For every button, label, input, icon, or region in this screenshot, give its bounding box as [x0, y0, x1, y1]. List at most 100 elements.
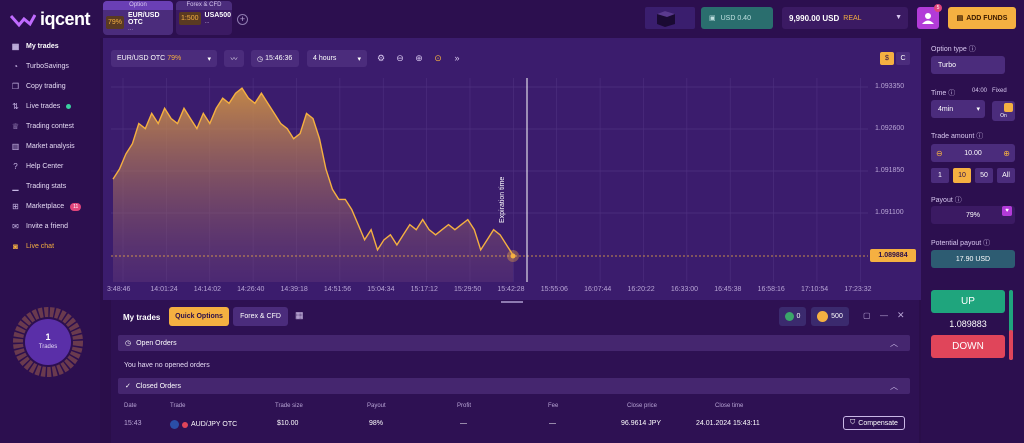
- stat-green[interactable]: 0: [779, 307, 806, 326]
- add-funds-button[interactable]: ▤ ADD FUNDS: [948, 7, 1016, 29]
- payout-box: 79% ♥: [931, 206, 1015, 224]
- flag-au-icon: [170, 420, 179, 429]
- sidebar-item-label: Live chat: [26, 243, 55, 250]
- trade-amount-value: 10.00: [964, 149, 982, 157]
- potential-payout-value: 17.90 USD: [931, 250, 1015, 268]
- amount-10-button[interactable]: 10: [953, 168, 971, 183]
- sidebar-item-trading-contest[interactable]: ♕ Trading contest: [11, 122, 74, 131]
- asset-tab-1[interactable]: Option 79% EUR/USD OTC ...: [103, 1, 173, 35]
- sidebar-item-invite[interactable]: ✉ Invite a friend: [11, 222, 68, 231]
- down-indicator-icon: [182, 421, 188, 428]
- zoom-in-icon[interactable]: ⊕: [413, 52, 425, 64]
- target-icon[interactable]: ⊙: [432, 52, 444, 64]
- down-button[interactable]: DOWN: [931, 335, 1005, 358]
- balance-selector[interactable]: 9,990.00 USD REAL ▼: [782, 7, 908, 29]
- sidebar-item-live-chat[interactable]: ◙ Live chat: [11, 242, 54, 251]
- plus-icon[interactable]: ⊕: [1003, 149, 1010, 158]
- trophy-icon: ♕: [11, 122, 20, 131]
- usd-bonus-chip[interactable]: ▣ USD 0.40: [701, 7, 773, 29]
- live-indicator: [66, 104, 72, 109]
- column-header: Payout: [367, 403, 386, 409]
- stats-icon: ▁: [12, 182, 19, 191]
- trade-amount-label: Trade amount ⓘ: [931, 133, 984, 140]
- amount-all-button[interactable]: All: [997, 168, 1015, 183]
- x-tick-label: 16:20:22: [627, 286, 655, 293]
- up-button[interactable]: UP: [931, 290, 1005, 313]
- add-tab-button[interactable]: +: [237, 14, 248, 25]
- account-type: REAL: [843, 14, 862, 22]
- heart-icon: ♥: [1002, 206, 1012, 216]
- promo-banner[interactable]: [645, 7, 695, 29]
- x-tick-label: 14:01:24: [150, 286, 178, 293]
- sidebar-item-trading-stats[interactable]: ▁ Trading stats: [11, 182, 66, 191]
- balance-amount: 9,990.00 USD: [789, 13, 840, 23]
- amount-1-button[interactable]: 1: [931, 168, 949, 183]
- y-tick-label: 1.092600: [875, 125, 905, 132]
- open-orders-header[interactable]: ◷ Open Orders ︿: [118, 335, 910, 351]
- chart-type-button[interactable]: 〰: [224, 50, 244, 67]
- forward-icon[interactable]: »: [451, 52, 463, 64]
- sentiment-down-fill: [1009, 330, 1013, 360]
- marketplace-badge: 11: [70, 202, 82, 211]
- currency-c[interactable]: C: [896, 52, 910, 65]
- tab-forex-cfd[interactable]: Forex & CFD: [233, 307, 288, 326]
- chevron-down-icon: ▾: [976, 106, 980, 113]
- x-tick-label: 16:33:00: [670, 286, 699, 293]
- current-point-dot: [510, 253, 516, 259]
- trades-panel: My trades Quick Options Forex & CFD ▦ 0 …: [111, 300, 919, 443]
- asset-tab-sub: ...: [128, 26, 134, 32]
- fixed-toggle[interactable]: On: [992, 101, 1015, 121]
- currency-dollar[interactable]: $: [880, 52, 894, 65]
- price-chart[interactable]: [103, 38, 921, 300]
- logo[interactable]: iqcent: [10, 9, 91, 30]
- trades-donut[interactable]: 1 Trades: [12, 306, 84, 378]
- open-orders-label: Open Orders: [136, 339, 177, 347]
- closed-orders-header[interactable]: ✓ Closed Orders ︿: [118, 378, 910, 394]
- server-time-value: 15:46:36: [265, 55, 293, 62]
- x-tick-label: 3:48:46: [107, 286, 131, 293]
- window-icon[interactable]: ▢: [863, 311, 871, 320]
- sidebar-item-live-trades[interactable]: ⇅ Live trades: [11, 102, 72, 111]
- asset-tab-2[interactable]: Forex & CFD 1:500 USA500 ...: [176, 1, 232, 35]
- compensate-button[interactable]: ⛉ Compensate: [843, 416, 905, 430]
- zoom-out-icon[interactable]: ⊖: [394, 52, 406, 64]
- sidebar-item-help-center[interactable]: ? Help Center: [11, 162, 63, 171]
- asset-selector[interactable]: EUR/USD OTC 79% ▾: [111, 50, 217, 67]
- drag-handle[interactable]: [501, 301, 523, 303]
- currency-toggle[interactable]: $ C: [880, 52, 910, 65]
- trade-amount-input[interactable]: ⊖ 10.00 ⊕: [931, 144, 1015, 162]
- stat-gold[interactable]: 500: [811, 307, 849, 326]
- expiration-label: Expiration time: [499, 176, 506, 223]
- amount-50-button[interactable]: 50: [975, 168, 993, 183]
- minus-icon[interactable]: ⊖: [936, 149, 943, 158]
- tab-quick-options[interactable]: Quick Options: [169, 307, 229, 326]
- x-tick-label: 16:58:16: [757, 286, 785, 293]
- close-icon[interactable]: ✕: [897, 310, 905, 321]
- y-tick-label: 1.093350: [875, 83, 905, 90]
- minimize-icon[interactable]: —: [880, 311, 888, 320]
- donut-ring: [13, 307, 83, 377]
- calendar-icon[interactable]: ▦: [295, 310, 304, 321]
- asset-name: EUR/USD OTC: [117, 55, 166, 62]
- row-profit: —: [460, 420, 467, 427]
- stat-green-value: 0: [796, 313, 801, 320]
- sidebar-item-my-trades[interactable]: ▦ My trades: [11, 42, 59, 51]
- time-value: 04:00: [972, 88, 988, 94]
- bag-icon: ▤: [956, 15, 964, 22]
- interval-selector[interactable]: 4 hours ▾: [307, 50, 367, 67]
- option-type-selector[interactable]: Turbo: [931, 56, 1005, 74]
- duration-selector[interactable]: 4min ▾: [931, 100, 985, 118]
- profile-button[interactable]: 5: [917, 4, 942, 29]
- sidebar-item-label: Invite a friend: [26, 223, 69, 230]
- settings-icon[interactable]: ⚙: [375, 52, 387, 64]
- sidebar-item-turbosavings[interactable]: ◔ TurboSavings: [11, 62, 69, 71]
- sidebar-item-marketplace[interactable]: ⊞ Marketplace 11: [11, 202, 82, 211]
- cart-icon: ⊞: [12, 202, 19, 211]
- sidebar-item-copy-trading[interactable]: ❐ Copy trading: [11, 82, 66, 91]
- x-tick-label: 17:23:32: [844, 286, 872, 293]
- chevron-down-icon: ▾: [357, 55, 361, 63]
- sidebar-item-market-analysis[interactable]: ▥ Market analysis: [11, 142, 75, 151]
- current-price: 1.089883: [949, 319, 987, 329]
- server-time: ◷ 15:46:36: [251, 50, 299, 67]
- sidebar-item-label: TurboSavings: [26, 63, 69, 70]
